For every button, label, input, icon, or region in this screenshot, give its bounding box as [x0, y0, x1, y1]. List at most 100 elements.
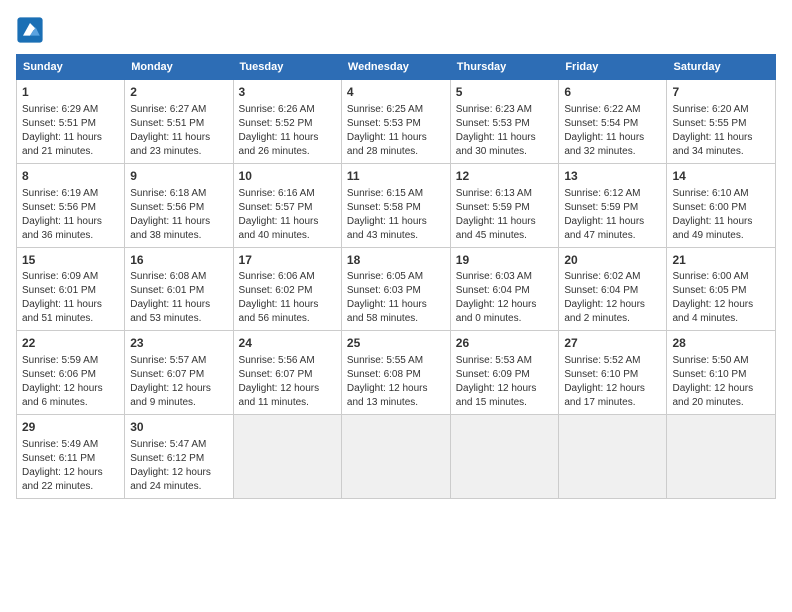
week-row-1: 1Sunrise: 6:29 AMSunset: 5:51 PMDaylight… [17, 80, 776, 164]
col-header-sunday: Sunday [17, 55, 125, 80]
sunset-text: Sunset: 5:56 PM [130, 202, 204, 213]
col-header-tuesday: Tuesday [233, 55, 341, 80]
day-cell [233, 415, 341, 499]
day-cell: 24Sunrise: 5:56 AMSunset: 6:07 PMDayligh… [233, 331, 341, 415]
daylight-label: Daylight: 12 hoursand 4 minutes. [672, 299, 753, 324]
week-row-4: 22Sunrise: 5:59 AMSunset: 6:06 PMDayligh… [17, 331, 776, 415]
daylight-label: Daylight: 12 hoursand 17 minutes. [564, 383, 645, 408]
daylight-label: Daylight: 11 hoursand 32 minutes. [564, 132, 644, 157]
daylight-label: Daylight: 12 hoursand 15 minutes. [456, 383, 537, 408]
sunrise-text: Sunrise: 6:08 AM [130, 271, 206, 282]
day-number: 26 [456, 335, 554, 352]
sunset-text: Sunset: 6:10 PM [564, 369, 638, 380]
sunrise-text: Sunrise: 6:29 AM [22, 104, 98, 115]
sunrise-text: Sunrise: 6:18 AM [130, 188, 206, 199]
daylight-label: Daylight: 12 hoursand 0 minutes. [456, 299, 537, 324]
day-cell [450, 415, 559, 499]
sunrise-text: Sunrise: 6:16 AM [239, 188, 315, 199]
sunset-text: Sunset: 5:55 PM [672, 118, 746, 129]
day-number: 14 [672, 168, 770, 185]
daylight-label: Daylight: 11 hoursand 47 minutes. [564, 216, 644, 241]
sunset-text: Sunset: 5:53 PM [347, 118, 421, 129]
sunrise-text: Sunrise: 5:56 AM [239, 355, 315, 366]
day-number: 24 [239, 335, 336, 352]
day-cell: 7Sunrise: 6:20 AMSunset: 5:55 PMDaylight… [667, 80, 776, 164]
sunset-text: Sunset: 6:11 PM [22, 453, 95, 464]
day-number: 8 [22, 168, 119, 185]
day-cell [341, 415, 450, 499]
day-cell: 19Sunrise: 6:03 AMSunset: 6:04 PMDayligh… [450, 247, 559, 331]
col-header-friday: Friday [559, 55, 667, 80]
day-number: 18 [347, 252, 445, 269]
daylight-label: Daylight: 11 hoursand 26 minutes. [239, 132, 319, 157]
sunset-text: Sunset: 6:12 PM [130, 453, 204, 464]
sunrise-text: Sunrise: 5:47 AM [130, 439, 206, 450]
sunset-text: Sunset: 6:08 PM [347, 369, 421, 380]
daylight-label: Daylight: 11 hoursand 45 minutes. [456, 216, 536, 241]
daylight-label: Daylight: 12 hoursand 13 minutes. [347, 383, 428, 408]
sunset-text: Sunset: 6:10 PM [672, 369, 746, 380]
daylight-label: Daylight: 11 hoursand 51 minutes. [22, 299, 102, 324]
sunset-text: Sunset: 6:05 PM [672, 285, 746, 296]
day-cell: 16Sunrise: 6:08 AMSunset: 6:01 PMDayligh… [125, 247, 233, 331]
sunrise-text: Sunrise: 5:53 AM [456, 355, 532, 366]
daylight-label: Daylight: 11 hoursand 34 minutes. [672, 132, 752, 157]
week-row-3: 15Sunrise: 6:09 AMSunset: 6:01 PMDayligh… [17, 247, 776, 331]
day-number: 11 [347, 168, 445, 185]
sunrise-text: Sunrise: 6:12 AM [564, 188, 640, 199]
logo-icon [16, 16, 44, 44]
day-number: 16 [130, 252, 227, 269]
col-header-thursday: Thursday [450, 55, 559, 80]
logo [16, 16, 48, 44]
day-cell: 1Sunrise: 6:29 AMSunset: 5:51 PMDaylight… [17, 80, 125, 164]
day-number: 3 [239, 84, 336, 101]
day-cell: 15Sunrise: 6:09 AMSunset: 6:01 PMDayligh… [17, 247, 125, 331]
sunrise-text: Sunrise: 6:15 AM [347, 188, 423, 199]
day-number: 2 [130, 84, 227, 101]
daylight-label: Daylight: 12 hoursand 11 minutes. [239, 383, 320, 408]
daylight-label: Daylight: 11 hoursand 53 minutes. [130, 299, 210, 324]
sunrise-text: Sunrise: 6:13 AM [456, 188, 532, 199]
day-number: 28 [672, 335, 770, 352]
sunrise-text: Sunrise: 6:23 AM [456, 104, 532, 115]
day-cell: 3 Sunrise: 6:26 AM Sunset: 5:52 PM Daylight… [233, 80, 341, 164]
day-cell: 20Sunrise: 6:02 AMSunset: 6:04 PMDayligh… [559, 247, 667, 331]
sunrise-text: Sunrise: 5:55 AM [347, 355, 423, 366]
sunrise-text: Sunrise: 5:49 AM [22, 439, 98, 450]
page-header [16, 16, 776, 44]
sunset-text: Sunset: 5:53 PM [456, 118, 530, 129]
sunrise-text: Sunrise: 6:26 AM [239, 104, 315, 115]
calendar-table: SundayMondayTuesdayWednesdayThursdayFrid… [16, 54, 776, 499]
day-cell: 23Sunrise: 5:57 AMSunset: 6:07 PMDayligh… [125, 331, 233, 415]
day-number: 25 [347, 335, 445, 352]
day-cell: 11Sunrise: 6:15 AMSunset: 5:58 PMDayligh… [341, 163, 450, 247]
daylight-label: Daylight: 12 hoursand 2 minutes. [564, 299, 645, 324]
daylight-label: Daylight: 11 hoursand 58 minutes. [347, 299, 427, 324]
sunset-text: Sunset: 6:04 PM [564, 285, 638, 296]
day-cell [559, 415, 667, 499]
day-cell: 6Sunrise: 6:22 AMSunset: 5:54 PMDaylight… [559, 80, 667, 164]
day-number: 27 [564, 335, 661, 352]
sunset-text: Sunset: 5:57 PM [239, 202, 313, 213]
day-number: 29 [22, 419, 119, 436]
day-cell: 12Sunrise: 6:13 AMSunset: 5:59 PMDayligh… [450, 163, 559, 247]
daylight-label: Daylight: 12 hoursand 22 minutes. [22, 467, 103, 492]
header-row: SundayMondayTuesdayWednesdayThursdayFrid… [17, 55, 776, 80]
day-number: 21 [672, 252, 770, 269]
day-cell: 5Sunrise: 6:23 AMSunset: 5:53 PMDaylight… [450, 80, 559, 164]
sunrise-text: Sunrise: 6:25 AM [347, 104, 423, 115]
sunset-text: Sunset: 5:51 PM [130, 118, 204, 129]
sunset-text: Sunset: 6:03 PM [347, 285, 421, 296]
day-cell: 9Sunrise: 6:18 AMSunset: 5:56 PMDaylight… [125, 163, 233, 247]
sunrise-text: Sunrise: 6:27 AM [130, 104, 206, 115]
day-cell: 22Sunrise: 5:59 AMSunset: 6:06 PMDayligh… [17, 331, 125, 415]
sunrise-text: Sunrise: 6:10 AM [672, 188, 748, 199]
day-number: 4 [347, 84, 445, 101]
sunset-text: Sunset: 5:52 PM [239, 118, 313, 129]
sunrise-text: Sunrise: 6:05 AM [347, 271, 423, 282]
day-number: 13 [564, 168, 661, 185]
sunset-text: Sunset: 5:59 PM [564, 202, 638, 213]
day-cell: 27Sunrise: 5:52 AMSunset: 6:10 PMDayligh… [559, 331, 667, 415]
sunrise-text: Sunrise: 6:22 AM [564, 104, 640, 115]
day-cell: 30Sunrise: 5:47 AMSunset: 6:12 PMDayligh… [125, 415, 233, 499]
